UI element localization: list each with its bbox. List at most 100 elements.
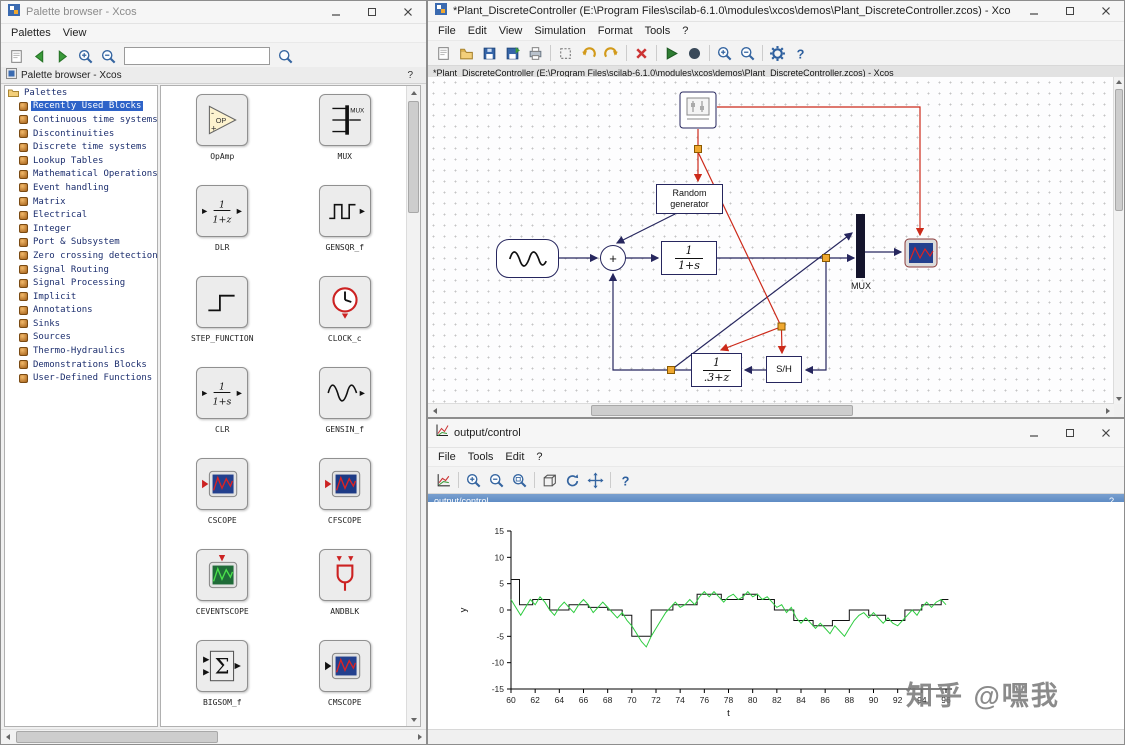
scroll-left-button[interactable]	[1, 730, 14, 743]
delete-icon[interactable]	[630, 43, 653, 64]
pan-icon[interactable]	[584, 470, 607, 491]
palette-block-dlr[interactable]: 1 1+z DLR	[196, 185, 249, 276]
stop-simulation-icon[interactable]	[683, 43, 706, 64]
scroll-thumb[interactable]	[16, 731, 218, 743]
tree-item-demonstrations-blocks[interactable]: Demonstrations Blocks	[5, 358, 157, 372]
maximize-button[interactable]	[354, 1, 390, 23]
palette-menu-view[interactable]: View	[57, 26, 93, 40]
xcos-horizontal-scrollbar[interactable]	[428, 403, 1114, 417]
graph-menu-tools[interactable]: Tools	[462, 450, 500, 464]
palette-block-andblk[interactable]: ANDBLK	[318, 549, 371, 640]
scroll-down-button[interactable]	[407, 713, 420, 726]
tree-item-discrete-time-systems[interactable]: Discrete time systems	[5, 140, 157, 154]
tree-item-discontinuities[interactable]: Discontinuities	[5, 127, 157, 141]
scroll-thumb[interactable]	[408, 101, 419, 213]
controller-transfer-block[interactable]: 1.3+z	[691, 353, 742, 387]
tree-root-palettes[interactable]: Palettes	[5, 86, 157, 100]
scroll-right-button[interactable]	[413, 730, 426, 743]
export-icon[interactable]	[501, 43, 524, 64]
graph-menu-edit[interactable]: Edit	[499, 450, 530, 464]
print-icon[interactable]	[524, 43, 547, 64]
palette-block-cscope[interactable]: CSCOPE	[196, 458, 249, 549]
tree-item-thermo-hydraulics[interactable]: Thermo-Hydraulics	[5, 344, 157, 358]
minimize-button[interactable]	[1016, 419, 1052, 447]
help-icon[interactable]: ?	[614, 470, 637, 491]
zoom-in-icon[interactable]	[713, 43, 736, 64]
sum-block[interactable]: +	[600, 245, 626, 271]
close-button[interactable]	[390, 1, 426, 23]
new-diagram-icon[interactable]	[432, 43, 455, 64]
scroll-thumb[interactable]	[591, 405, 853, 416]
tree-item-event-handling[interactable]: Event handling	[5, 181, 157, 195]
undo-icon[interactable]	[577, 43, 600, 64]
scroll-left-button[interactable]	[428, 404, 441, 417]
close-button[interactable]	[1088, 419, 1124, 447]
scroll-up-button[interactable]	[1114, 77, 1124, 87]
palette-menu-palettes[interactable]: Palettes	[5, 26, 57, 40]
iso-view-icon[interactable]	[538, 470, 561, 491]
scope-block[interactable]	[904, 238, 938, 268]
scroll-down-button[interactable]	[1114, 394, 1124, 404]
palette-help-button[interactable]: ?	[407, 70, 421, 81]
tree-item-signal-processing[interactable]: Signal Processing	[5, 276, 157, 290]
palette-block-clr[interactable]: 1 1+s CLR	[196, 367, 249, 458]
zoom-out-icon[interactable]	[97, 46, 120, 67]
open-icon[interactable]	[455, 43, 478, 64]
xcos-menu-tools[interactable]: Tools	[639, 24, 677, 38]
plant-transfer-block[interactable]: 1 1+s	[661, 241, 717, 275]
maximize-button[interactable]	[1052, 1, 1088, 21]
new-diagram-icon[interactable]	[5, 46, 28, 67]
palette-block-cfscope[interactable]: CFSCOPE	[318, 458, 371, 549]
palette-block-ceventscope[interactable]: CEVENTSCOPE	[196, 549, 249, 640]
palette-block-step_function[interactable]: STEP_FUNCTION	[191, 276, 254, 367]
scroll-right-button[interactable]	[1101, 404, 1114, 417]
zoom-in-icon[interactable]	[462, 470, 485, 491]
close-button[interactable]	[1088, 1, 1124, 21]
tree-item-integer[interactable]: Integer	[5, 222, 157, 236]
palette-block-clock_c[interactable]: CLOCK_c	[318, 276, 371, 367]
sample-hold-block[interactable]: S/H	[766, 356, 802, 383]
settings-icon[interactable]	[766, 43, 789, 64]
tree-item-recently-used-blocks[interactable]: Recently Used Blocks	[5, 100, 157, 114]
tree-item-user-defined-functions[interactable]: User-Defined Functions	[5, 371, 157, 385]
tree-item-signal-routing[interactable]: Signal Routing	[5, 263, 157, 277]
xcos-menu-format[interactable]: Format	[592, 24, 639, 38]
tree-item-zero-crossing-detection[interactable]: Zero crossing detection	[5, 249, 157, 263]
palette-search-input[interactable]	[124, 47, 270, 65]
palette-block-bigsom_f[interactable]: Σ BIGSOM_f	[196, 640, 249, 726]
ged-icon[interactable]	[432, 470, 455, 491]
scroll-up-button[interactable]	[407, 86, 420, 99]
sine-generator-block[interactable]	[496, 239, 559, 278]
minimize-button[interactable]	[1016, 1, 1052, 21]
tree-item-mathematical-operations[interactable]: Mathematical Operations	[5, 168, 157, 182]
save-icon[interactable]	[478, 43, 501, 64]
palette-block-cmscope[interactable]: CMSCOPE	[318, 640, 371, 726]
palette-block-opamp[interactable]: OP - + OpAmp	[196, 94, 249, 185]
tree-item-sources[interactable]: Sources	[5, 331, 157, 345]
graph-menu-file[interactable]: File	[432, 450, 462, 464]
help-icon[interactable]: ?	[789, 43, 812, 64]
palette-horizontal-scrollbar[interactable]	[1, 729, 426, 744]
xcos-menu-edit[interactable]: Edit	[462, 24, 493, 38]
tree-item-port-subsystem[interactable]: Port & Subsystem	[5, 236, 157, 250]
tree-item-continuous-time-systems[interactable]: Continuous time systems	[5, 113, 157, 127]
xcos-menu-file[interactable]: File	[432, 24, 462, 38]
graph-menu--[interactable]: ?	[530, 450, 548, 464]
zoom-box-icon[interactable]	[508, 470, 531, 491]
fit-to-view-icon[interactable]	[554, 43, 577, 64]
minimize-button[interactable]	[318, 1, 354, 23]
xcos-vertical-scrollbar[interactable]	[1113, 77, 1124, 404]
search-icon[interactable]	[274, 46, 297, 67]
maximize-button[interactable]	[1052, 419, 1088, 447]
back-icon[interactable]	[28, 46, 51, 67]
tree-item-lookup-tables[interactable]: Lookup Tables	[5, 154, 157, 168]
forward-icon[interactable]	[51, 46, 74, 67]
start-simulation-icon[interactable]	[660, 43, 683, 64]
clock-superblock[interactable]	[679, 91, 717, 129]
blocks-vertical-scrollbar[interactable]	[406, 86, 420, 726]
zoom-out-icon[interactable]	[485, 470, 508, 491]
zoom-out-icon[interactable]	[736, 43, 759, 64]
xcos-menu-view[interactable]: View	[493, 24, 529, 38]
tree-item-sinks[interactable]: Sinks	[5, 317, 157, 331]
xcos-canvas[interactable]: Random generator + 1 1+s MUX S/H 1.3+z	[428, 77, 1114, 404]
